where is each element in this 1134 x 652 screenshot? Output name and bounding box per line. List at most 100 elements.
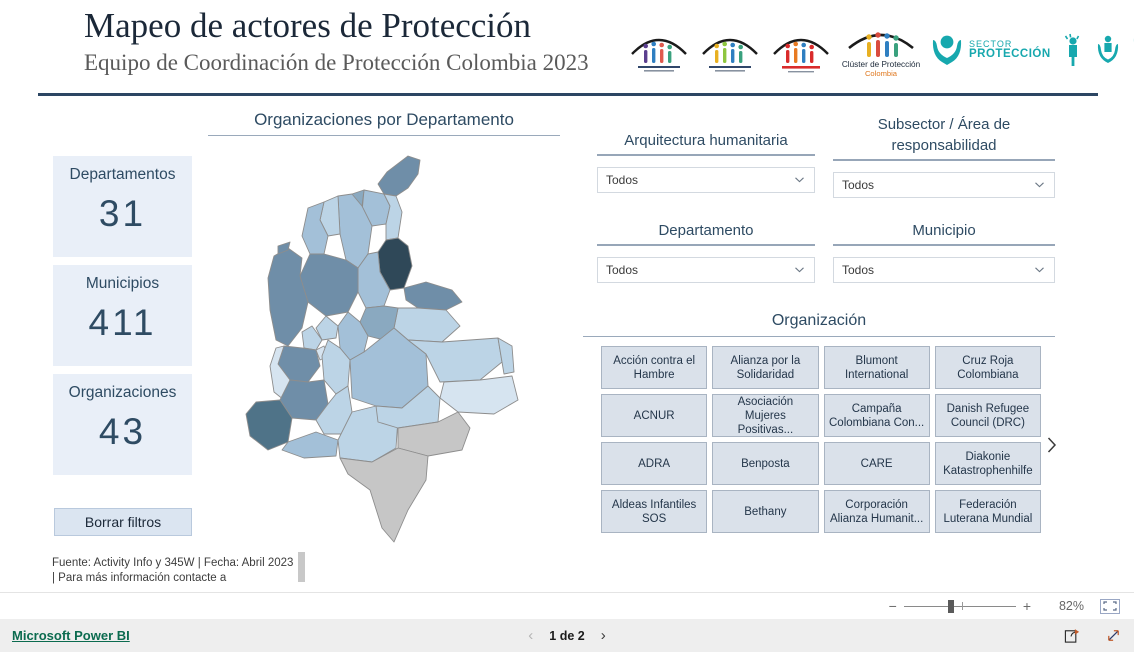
- organization-slicer-title: Organización: [771, 312, 867, 329]
- kpi-value: 43: [98, 411, 147, 452]
- slicer-divider: [833, 244, 1055, 246]
- partner-logo-3-icon: [770, 24, 832, 76]
- organization-tile[interactable]: Asociación Mujeres Positivas...: [712, 394, 819, 437]
- organization-tile[interactable]: Acción contra el Hambre: [601, 346, 708, 389]
- next-page-button[interactable]: ›: [601, 627, 606, 644]
- region-choco: [267, 247, 309, 347]
- title-block: Mapeo de actores de Protección Equipo de…: [84, 4, 589, 78]
- slicer-departamento: Departamento Todos: [597, 220, 815, 283]
- organization-tile[interactable]: Aldeas Infantiles SOS: [601, 490, 708, 533]
- organization-tile[interactable]: Diakonie Katastrophenhilfe: [934, 442, 1041, 485]
- zoom-slider-track: [903, 605, 1016, 607]
- chevron-right-icon: [1047, 437, 1057, 453]
- fit-to-page-button[interactable]: [1100, 598, 1120, 614]
- cluster-logo-name: Clúster de Protección: [842, 60, 921, 69]
- zoom-slider-thumb[interactable]: [947, 599, 954, 613]
- organization-tile[interactable]: Federación Luterana Mundial: [934, 490, 1041, 533]
- page-subtitle: Equipo de Coordinación de Protección Col…: [84, 50, 589, 75]
- organization-title-divider: [583, 336, 1055, 337]
- slicer-value: Todos: [842, 262, 875, 277]
- report-header: Mapeo de actores de Protección Equipo de…: [0, 0, 1134, 96]
- organization-tile[interactable]: ADRA: [601, 442, 708, 485]
- fit-screen-icon: [1103, 601, 1117, 611]
- organization-tile[interactable]: Campaña Colombiana Con...: [823, 394, 930, 437]
- colombia-choropleth-map[interactable]: [212, 150, 564, 550]
- chevron-down-icon: [1035, 182, 1044, 188]
- zoom-slider-tick: [961, 602, 963, 610]
- kpi-card-municipios: Municipios 411: [53, 265, 192, 366]
- kpi-card-departamentos: Departamentos 31: [53, 156, 192, 257]
- slicer-value: Todos: [842, 177, 875, 192]
- organization-tile[interactable]: Corporación Alianza Humanit...: [823, 490, 930, 533]
- zoom-slider[interactable]: [903, 599, 1016, 613]
- zoom-out-button[interactable]: −: [882, 599, 904, 613]
- region-amazonas: [339, 447, 429, 543]
- logo-strip: Clúster de Protección Colombia SECTOR PR…: [628, 22, 1134, 78]
- slicer-dropdown[interactable]: Todos: [833, 256, 1055, 283]
- organization-tile[interactable]: Bethany: [712, 490, 819, 533]
- sector-logo-bottom: PROTECCIÓN: [969, 47, 1051, 60]
- organization-tile[interactable]: Alianza por la Solidaridad: [712, 346, 819, 389]
- zoom-bar: − + 82%: [0, 592, 1134, 619]
- slicer-subsector-area-responsabilidad: Subsector / Área de responsabilidad Todo…: [833, 114, 1055, 198]
- slicer-label: Departamento: [658, 222, 754, 239]
- slicer-divider: [597, 244, 815, 246]
- cluster-logo-country: Colombia: [865, 69, 898, 78]
- slicer-value: Todos: [606, 172, 639, 187]
- sector-proteccion-logo-icon: SECTOR PROTECCIÓN: [930, 32, 1051, 68]
- kpi-value: 411: [88, 302, 157, 343]
- organization-tile[interactable]: Benposta: [712, 442, 819, 485]
- organization-tile[interactable]: Danish Refugee Council (DRC): [934, 394, 1041, 437]
- source-note: Fuente: Activity Info y 345W | Fecha: Ab…: [52, 557, 294, 584]
- cluster-proteccion-logo-icon: Clúster de Protección Colombia: [841, 22, 921, 78]
- footer-actions: [1064, 627, 1122, 644]
- clear-filters-button[interactable]: Borrar filtros: [54, 508, 192, 536]
- slicer-arquitectura-humanitaria: Arquitectura humanitaria Todos: [597, 130, 815, 193]
- previous-page-button[interactable]: ‹: [528, 627, 533, 644]
- organization-tile[interactable]: Blumont International: [823, 346, 930, 389]
- map-svg: [245, 155, 519, 543]
- slicer-divider: [597, 154, 815, 156]
- share-icon[interactable]: [1064, 627, 1081, 644]
- kpi-value: 31: [98, 193, 147, 234]
- zoom-in-button[interactable]: +: [1016, 599, 1038, 613]
- region-guainia: [439, 375, 519, 415]
- powerbi-footer-bar: Microsoft Power BI ‹ 1 de 2 ›: [0, 619, 1134, 652]
- slicer-municipio: Municipio Todos: [833, 220, 1055, 283]
- region-la-guajira: [377, 155, 421, 197]
- slicer-dropdown[interactable]: Todos: [833, 171, 1055, 198]
- slicer-label: Subsector / Área de responsabilidad: [877, 116, 1011, 154]
- kpi-label: Departamentos: [69, 166, 176, 183]
- region-arauca: [403, 281, 463, 311]
- slicer-label: Municipio: [912, 222, 976, 239]
- slicer-dropdown[interactable]: Todos: [597, 256, 815, 283]
- slicer-dropdown[interactable]: Todos: [597, 166, 815, 193]
- organization-tile[interactable]: Cruz Roja Colombiana: [934, 346, 1041, 389]
- slicer-label: Arquitectura humanitaria: [624, 132, 788, 149]
- organization-tile[interactable]: CARE: [823, 442, 930, 485]
- slicer-value: Todos: [606, 262, 639, 277]
- person-in-hands-icon: [1097, 35, 1118, 63]
- report-page: Mapeo de actores de Protección Equipo de…: [0, 0, 1134, 652]
- kpi-card-organizaciones: Organizaciones 43: [53, 374, 192, 475]
- map-title-divider: [208, 135, 560, 136]
- organization-next-page-button[interactable]: [1043, 432, 1061, 458]
- zoom-level-label: 82%: [1058, 599, 1084, 613]
- powerbi-link[interactable]: Microsoft Power BI: [12, 628, 130, 643]
- chevron-down-icon: [1035, 267, 1044, 273]
- region-narino: [245, 399, 293, 451]
- map-title: Organizaciones por Departamento: [254, 110, 514, 129]
- slicer-divider: [833, 159, 1055, 161]
- organization-slicer: Organización Acción contra el Hambre Ali…: [583, 310, 1057, 533]
- source-note-scrollbar[interactable]: [298, 552, 305, 582]
- organization-tile-grid: Acción contra el Hambre Alianza por la S…: [601, 346, 1041, 533]
- region-putumayo: [281, 431, 339, 459]
- fullscreen-icon[interactable]: [1105, 627, 1122, 644]
- partner-logo-2-icon: [699, 24, 761, 76]
- chevron-down-icon: [795, 267, 804, 273]
- kpi-label: Municipios: [85, 275, 160, 292]
- kpi-label: Organizaciones: [68, 384, 177, 401]
- region-antioquia: [299, 253, 359, 317]
- organization-tile[interactable]: ACNUR: [601, 394, 708, 437]
- page-indicator: 1 de 2: [549, 628, 585, 643]
